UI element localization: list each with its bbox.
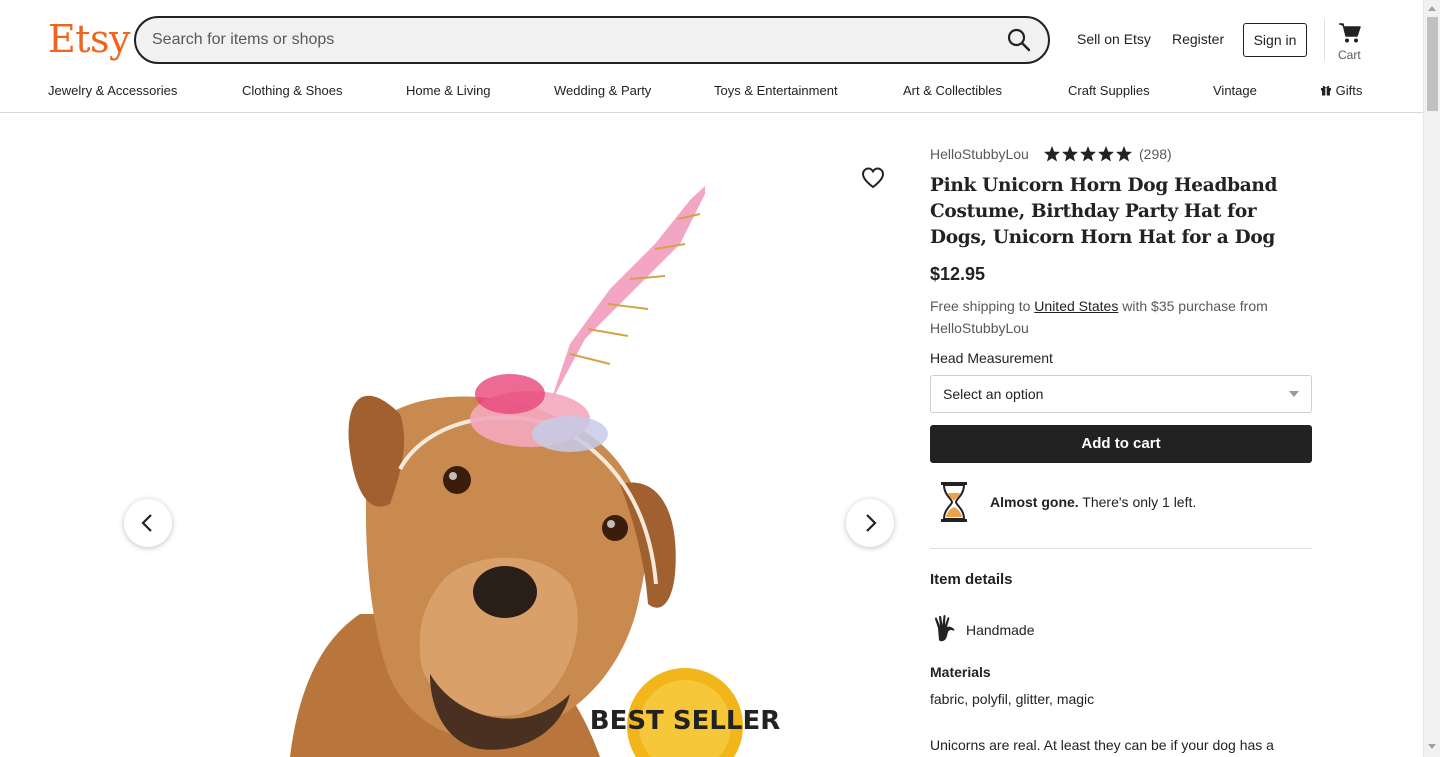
nav-item-wedding[interactable]: Wedding & Party — [554, 83, 651, 98]
nav-item-vintage[interactable]: Vintage — [1213, 83, 1257, 98]
stock-warning: Almost gone. There's only 1 left. — [990, 494, 1196, 510]
shop-name-link[interactable]: HelloStubbyLou — [930, 146, 1029, 164]
header-divider — [1324, 19, 1325, 61]
gift-icon — [1321, 85, 1331, 96]
cart-label[interactable]: Cart — [1338, 48, 1361, 62]
select-value: Select an option — [943, 386, 1044, 402]
hand-icon — [932, 614, 958, 644]
nav-item-jewelry[interactable]: Jewelry & Accessories — [48, 83, 177, 98]
nav-item-home[interactable]: Home & Living — [406, 83, 491, 98]
listing-price: $12.95 — [930, 264, 986, 284]
category-nav: Jewelry & Accessories Clothing & Shoes H… — [0, 83, 1423, 103]
hourglass-icon — [939, 481, 969, 523]
add-to-cart-button[interactable]: Add to cart — [930, 425, 1312, 463]
favorite-button[interactable] — [855, 160, 891, 196]
product-image-gallery: BEST SELLER — [100, 114, 905, 757]
scroll-down-arrow-icon[interactable] — [1428, 744, 1436, 749]
sell-on-etsy-link[interactable]: Sell on Etsy — [1077, 31, 1151, 47]
etsy-logo[interactable]: Etsy — [48, 16, 130, 62]
next-image-button[interactable] — [846, 499, 894, 547]
register-link[interactable]: Register — [1172, 31, 1224, 47]
section-divider — [930, 548, 1312, 549]
chevron-right-icon — [866, 514, 877, 532]
chevron-left-icon — [141, 514, 152, 532]
previous-image-button[interactable] — [124, 499, 172, 547]
head-measurement-select[interactable]: Select an option — [930, 375, 1312, 413]
search-input[interactable] — [152, 26, 992, 54]
rating-stars[interactable] — [1043, 145, 1133, 163]
listing-title: Pink Unicorn Horn Dog Headband Costume, … — [930, 175, 1278, 248]
scroll-up-arrow-icon[interactable] — [1428, 6, 1436, 11]
caret-down-icon — [1289, 391, 1299, 397]
item-details-heading[interactable]: Item details — [930, 571, 1013, 588]
nav-item-gifts[interactable]: Gifts — [1320, 83, 1362, 98]
shipping-info: Free shipping to United States with $35 … — [930, 295, 1315, 339]
materials-list: fabric, polyfil, glitter, magic — [930, 691, 1095, 707]
product-image: BEST SELLER — [290, 186, 781, 757]
nav-item-toys[interactable]: Toys & Entertainment — [714, 83, 838, 98]
nav-item-art[interactable]: Art & Collectibles — [903, 83, 1002, 98]
sign-in-button[interactable]: Sign in — [1243, 23, 1307, 57]
variation-label: Head Measurement — [930, 350, 1053, 366]
nav-item-craft[interactable]: Craft Supplies — [1068, 83, 1150, 98]
heart-icon — [861, 167, 885, 189]
shipping-prefix: Free shipping to — [930, 298, 1035, 314]
nav-item-clothing[interactable]: Clothing & Shoes — [242, 83, 342, 98]
nav-item-gifts-label: Gifts — [1335, 83, 1363, 98]
scroll-thumb[interactable] — [1427, 17, 1438, 111]
stock-warning-text: There's only 1 left. — [1078, 494, 1197, 510]
page-scrollbar[interactable] — [1423, 0, 1440, 757]
handmade-label: Handmade — [966, 622, 1035, 638]
materials-heading: Materials — [930, 664, 991, 680]
stock-warning-bold: Almost gone. — [990, 494, 1079, 510]
review-count[interactable]: (298) — [1139, 146, 1172, 162]
item-description: Unicorns are real. At least they can be … — [930, 737, 1274, 753]
shipping-country-link[interactable]: United States — [1034, 298, 1118, 314]
site-header: Etsy Sell on Etsy Register Sign in Cart … — [0, 0, 1423, 113]
star-rating-icon — [1044, 146, 1132, 162]
bestseller-badge-text: BEST SELLER — [590, 706, 781, 736]
search-icon[interactable] — [1006, 27, 1032, 53]
search-bar — [134, 16, 1050, 64]
